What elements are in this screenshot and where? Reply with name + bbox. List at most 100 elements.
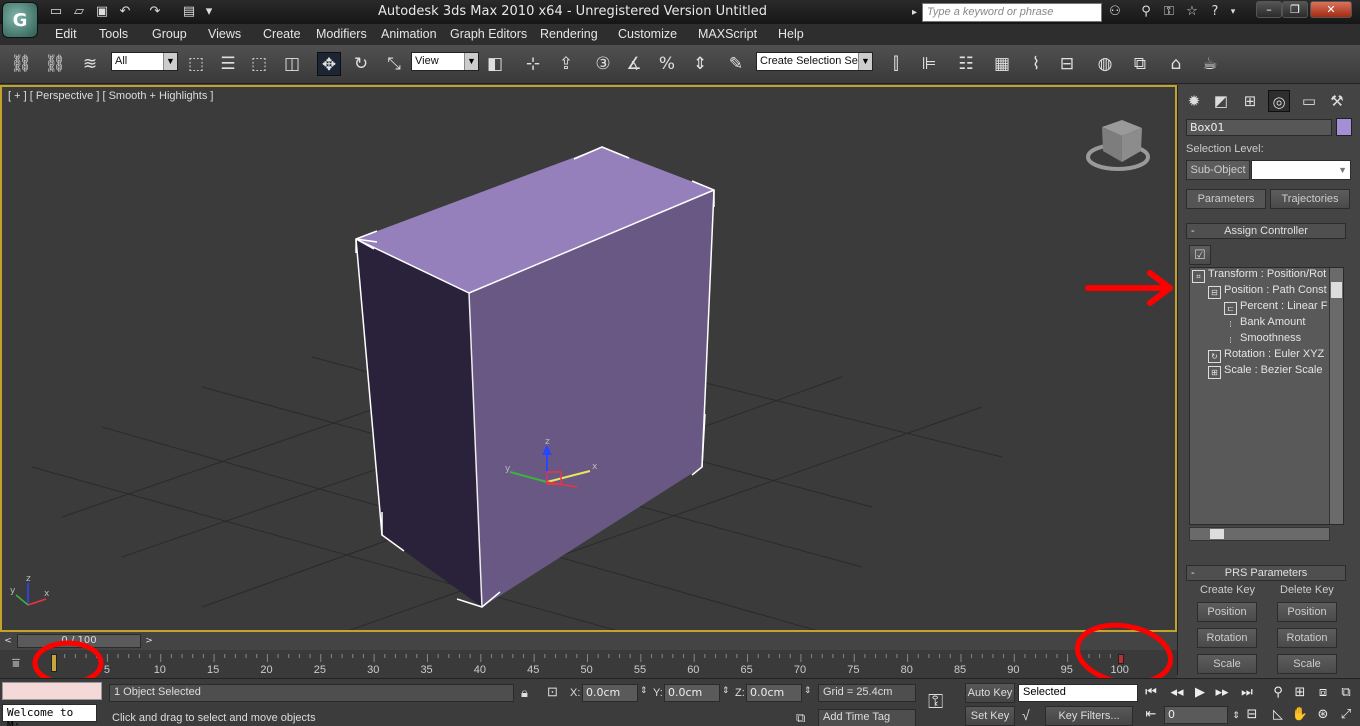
search-expand-icon[interactable]: ▸ — [912, 3, 922, 22]
orbit-icon[interactable]: ⊛ — [1313, 705, 1333, 725]
graphite-modeling-icon[interactable]: ▦ — [990, 52, 1014, 76]
menu-tools[interactable]: Tools — [99, 27, 128, 41]
object-color-swatch[interactable] — [1336, 118, 1352, 136]
go-to-end-icon[interactable]: ⏭ — [1237, 683, 1257, 703]
assign-controller-rollout-header[interactable]: - Assign Controller — [1186, 223, 1346, 239]
delete-rotation-key-button[interactable]: Rotation — [1277, 628, 1337, 648]
select-and-scale-icon[interactable]: ⤡ — [382, 52, 406, 76]
key-mode-toggle-icon[interactable]: ⇤ — [1141, 705, 1161, 725]
spinner-icon[interactable]: ⇕ — [804, 685, 812, 696]
menu-graph-editors[interactable]: Graph Editors — [450, 27, 527, 41]
rendered-frame-window-icon[interactable]: ⌂ — [1164, 52, 1188, 76]
scrollbar-thumb[interactable] — [1331, 282, 1342, 298]
create-rotation-key-button[interactable]: Rotation — [1197, 628, 1257, 648]
select-by-name-icon[interactable]: ☰ — [216, 52, 240, 76]
select-object-icon[interactable]: ⬚ — [184, 52, 208, 76]
pan-view-icon[interactable]: ✋ — [1290, 705, 1310, 725]
close-button[interactable]: ✕ — [1310, 1, 1352, 18]
help-dropdown-icon[interactable]: ▾ — [1224, 3, 1242, 21]
previous-frame-icon[interactable]: ◂◂ — [1167, 683, 1187, 703]
key-tangent-icon[interactable]: √ — [1022, 707, 1030, 723]
snaps-toggle-icon[interactable]: ③ — [591, 52, 615, 76]
current-frame-input[interactable]: 0 — [1164, 706, 1228, 724]
scrollbar-thumb[interactable] — [1210, 529, 1224, 539]
tree-item-smoothness[interactable]: ⁞ Smoothness — [1224, 332, 1301, 348]
time-configuration-icon[interactable]: ⊟ — [1242, 705, 1262, 725]
bind-to-space-warp-icon[interactable]: ≋ — [78, 52, 102, 76]
time-slider-thumb[interactable]: 0 / 100 — [17, 634, 141, 648]
create-tab-icon[interactable]: ✹ — [1183, 90, 1205, 112]
material-editor-icon[interactable]: ◍ — [1093, 52, 1117, 76]
zoom-icon[interactable]: ⚲ — [1268, 683, 1288, 703]
current-time-marker[interactable] — [51, 654, 57, 672]
parameters-tab[interactable]: Parameters — [1186, 189, 1266, 209]
spinner-icon[interactable]: ⇕ — [640, 685, 648, 696]
box-object[interactable] — [355, 146, 715, 608]
favorites-icon[interactable]: ☆ — [1183, 3, 1201, 21]
menu-group[interactable]: Group — [152, 27, 187, 41]
menu-maxscript[interactable]: MAXScript — [698, 27, 757, 41]
subscription-icon[interactable]: ⚿ — [1160, 3, 1178, 21]
time-tag-icon[interactable]: ⧉ — [796, 710, 805, 726]
tree-item-rotation[interactable]: ↻ Rotation : Euler XYZ — [1208, 348, 1324, 364]
controller-tree[interactable]: ⌗ Transform : Position/Rot ⊟ Position : Pa… — [1189, 267, 1344, 525]
tree-item-bank-amount[interactable]: ⁞ Bank Amount — [1224, 316, 1305, 332]
play-icon[interactable]: ▶ — [1190, 683, 1210, 703]
menu-rendering[interactable]: Rendering — [540, 27, 598, 41]
tree-item-scale[interactable]: ⊞ Scale : Bezier Scale — [1208, 364, 1322, 380]
search-binoculars-icon[interactable]: ⚇ — [1106, 3, 1124, 21]
named-selection-dropdown[interactable]: Create Selection Se ▼ — [756, 52, 873, 71]
delete-scale-key-button[interactable]: Scale — [1277, 654, 1337, 674]
mirror-icon[interactable]: ⫿ — [884, 52, 908, 76]
menu-help[interactable]: Help — [778, 27, 804, 41]
z-coordinate-input[interactable]: 0.0cm — [746, 684, 802, 702]
help-icon[interactable]: ? — [1206, 3, 1224, 21]
set-key-icon[interactable]: ⚿ — [928, 691, 943, 714]
trajectories-tab[interactable]: Trajectories — [1270, 189, 1350, 209]
communication-center-icon[interactable]: ⚲ — [1137, 3, 1155, 21]
object-name-field[interactable]: Box01 — [1186, 119, 1332, 136]
tree-item-position[interactable]: ⊟ Position : Path Const — [1208, 284, 1327, 300]
percent-snap-icon[interactable]: % — [655, 52, 679, 76]
rectangular-selection-icon[interactable]: ⬚ — [247, 52, 271, 76]
render-setup-icon[interactable]: ⧉ — [1128, 52, 1152, 76]
pivot-center-icon[interactable]: ◧ — [483, 52, 507, 76]
assign-controller-button[interactable]: ☑ — [1189, 245, 1211, 265]
tree-item-percent[interactable]: ⊏ Percent : Linear F — [1224, 300, 1327, 316]
viewcube[interactable] — [1086, 120, 1150, 171]
x-coordinate-input[interactable]: 0.0cm — [582, 684, 638, 702]
field-of-view-icon[interactable]: ◺ — [1268, 705, 1288, 725]
unlink-selection-icon[interactable]: ⛓ — [43, 52, 67, 76]
menu-create[interactable]: Create — [263, 27, 301, 41]
y-coordinate-input[interactable]: 0.0cm — [664, 684, 720, 702]
selection-filter-dropdown[interactable]: All ▼ — [111, 52, 178, 71]
set-key-button[interactable]: Set Key — [965, 706, 1015, 726]
zoom-extents-icon[interactable]: ⧈ — [1313, 683, 1333, 703]
app-logo-icon[interactable]: G — [2, 2, 38, 38]
select-and-move-icon[interactable]: ✥ — [317, 52, 341, 76]
maxscript-listener-input[interactable]: Welcome to M: — [2, 704, 97, 726]
selection-lock-icon[interactable]: 🔒︎ — [521, 685, 528, 701]
modify-tab-icon[interactable]: ◩ — [1210, 90, 1232, 112]
key-filters-button[interactable]: Key Filters... — [1045, 706, 1133, 726]
go-to-start-icon[interactable]: ⏮ — [1141, 683, 1161, 703]
display-tab-icon[interactable]: ▭ — [1298, 90, 1320, 112]
next-frame-icon[interactable]: ▸▸ — [1212, 683, 1232, 703]
time-slider[interactable]: < 0 / 100 > — [0, 632, 1177, 650]
key-mode-dropdown[interactable]: Selected — [1018, 684, 1138, 702]
window-crossing-icon[interactable]: ◫ — [280, 52, 304, 76]
layer-manager-icon[interactable]: ☷ — [954, 52, 978, 76]
select-and-rotate-icon[interactable]: ↻ — [349, 52, 373, 76]
menu-views[interactable]: Views — [208, 27, 241, 41]
zoom-extents-all-icon[interactable]: ⧉ — [1336, 683, 1356, 703]
select-and-link-icon[interactable]: ⛓ — [9, 52, 33, 76]
menu-customize[interactable]: Customize — [618, 27, 677, 41]
align-icon[interactable]: ⊫ — [917, 52, 941, 76]
select-manipulate-icon[interactable]: ⊹ — [521, 52, 545, 76]
minimize-button[interactable]: – — [1256, 1, 1282, 18]
create-position-key-button[interactable]: Position — [1197, 602, 1257, 622]
next-frame-arrow-icon[interactable]: > — [143, 634, 155, 648]
restore-button[interactable]: ❐ — [1282, 1, 1308, 18]
maximize-viewport-icon[interactable]: ⤢ — [1336, 705, 1356, 725]
render-production-icon[interactable]: ☕ — [1198, 52, 1222, 76]
